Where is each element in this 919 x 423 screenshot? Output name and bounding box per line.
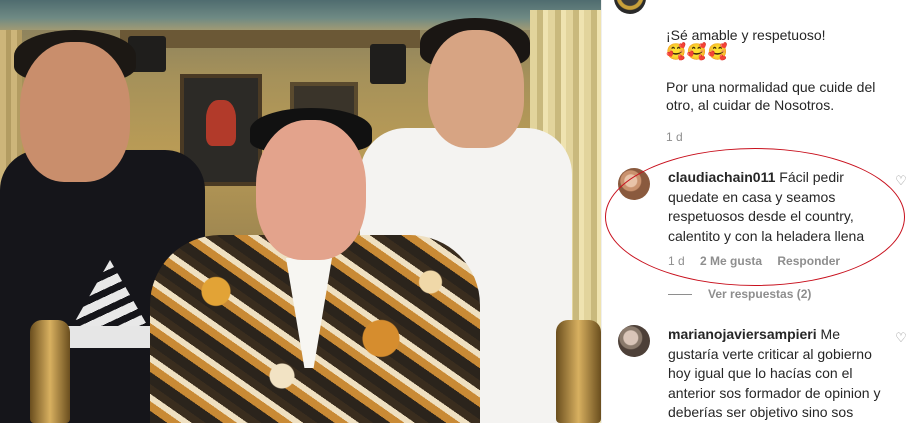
view-replies-button[interactable]: Ver respuestas (2) [668, 287, 811, 301]
comment-meta: 1 d 2 Me gusta Responder [668, 254, 852, 268]
view-replies-label: Ver respuestas (2) [708, 287, 812, 301]
caption-emoji: 🥰🥰🥰 [666, 44, 729, 61]
replies-divider [668, 294, 692, 296]
caption-line-2: Por una normalidad que cuide del otro, a… [666, 79, 876, 113]
video-photo [0, 0, 601, 423]
trophy-left [30, 320, 70, 423]
heart-outline-icon[interactable]: ♡ [894, 174, 908, 188]
author-avatar[interactable] [614, 0, 646, 14]
speaker-right [370, 44, 406, 84]
comment-avatar[interactable] [618, 325, 650, 357]
comment-username[interactable]: claudiachain011 [668, 169, 775, 185]
comment-body: claudiachain011 Fácil pedir quedate en c… [668, 168, 890, 246]
caption-line-1: ¡Sé amable y respetuoso! [666, 27, 826, 43]
caption-time[interactable]: 1 d [666, 130, 683, 144]
comment-likes[interactable]: 2 Me gusta [700, 254, 762, 268]
heart-outline-icon[interactable]: ♡ [894, 331, 908, 345]
comment-avatar[interactable] [618, 168, 650, 200]
reply-button[interactable]: Responder [777, 254, 840, 268]
comment-time[interactable]: 1 d [668, 254, 685, 268]
caption-meta: 1 d [666, 128, 906, 146]
comments-panel: ¡Sé amable y respetuoso! 🥰🥰🥰 Por una nor… [601, 0, 919, 423]
comment-username[interactable]: marianojaviersampieri [668, 326, 817, 342]
comment-body: marianojaviersampieri Me gustaría verte … [668, 325, 890, 423]
trophy-right [556, 320, 601, 423]
post-caption: ¡Sé amable y respetuoso! 🥰🥰🥰 Por una nor… [666, 26, 906, 146]
